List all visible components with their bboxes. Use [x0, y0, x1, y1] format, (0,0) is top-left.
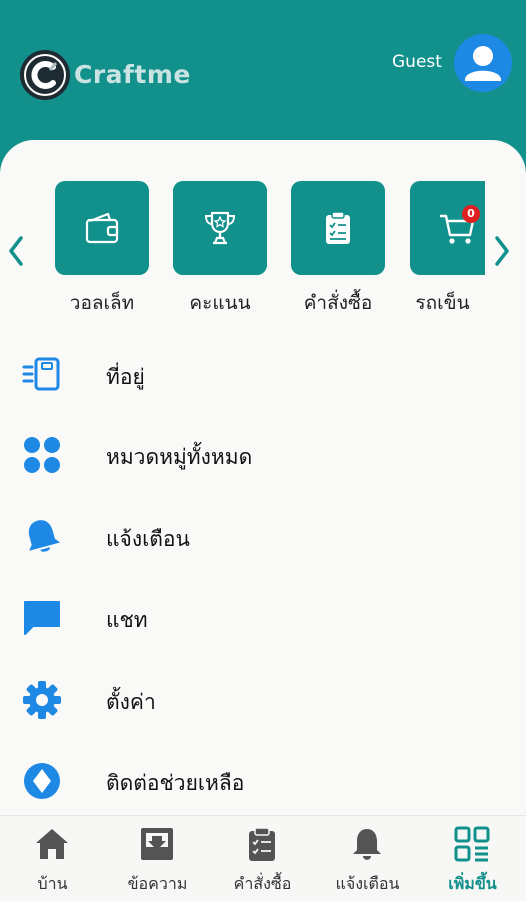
nav-label-orders: คำสั่งซื้อ [233, 874, 292, 893]
menu-item-address[interactable]: ที่อยู่ [0, 345, 526, 405]
nav-more[interactable]: เพิ่มขึ้น [420, 816, 525, 901]
bell-icon [353, 829, 381, 860]
nav-notifications[interactable]: แจ้งเตือน [315, 816, 420, 901]
menu-label-settings: ตั้งค่า [106, 690, 156, 714]
app-name: Craftme [74, 60, 191, 89]
menu-item-categories[interactable]: หมวดหมู่ทั้งหมด [0, 425, 526, 485]
bell-icon [28, 520, 61, 552]
inbox-icon [141, 828, 173, 860]
menu-item-settings[interactable]: ตั้งค่า [0, 670, 526, 730]
nav-orders[interactable]: คำสั่งซื้อ [210, 816, 315, 901]
menu-item-help[interactable]: ติดต่อช่วยเหลือ [0, 751, 526, 811]
chat-icon [24, 601, 60, 635]
nav-label-messages: ข้อความ [127, 874, 188, 893]
qr-grid-icon [454, 826, 490, 862]
menu-item-chat[interactable]: แชท [0, 588, 526, 648]
wallet-label: วอลเล็ท [69, 292, 135, 314]
app-header: Craftme Guest [0, 0, 526, 150]
address-icon [22, 357, 60, 391]
craftme-logo [20, 50, 70, 100]
help-icon [24, 763, 60, 799]
wallet-icon [85, 212, 119, 244]
cart-badge: 0 [462, 205, 480, 223]
menu-label-categories: หมวดหมู่ทั้งหมด [106, 445, 253, 469]
chevron-left-icon[interactable] [6, 234, 26, 268]
nav-label-notifications: แจ้งเตือน [335, 874, 400, 893]
home-icon [36, 829, 68, 859]
points-button[interactable] [173, 181, 267, 275]
user-label[interactable]: Guest [392, 52, 442, 72]
points-label: คะแนน [189, 292, 251, 314]
cart-button[interactable]: 0 [410, 181, 485, 275]
menu-label-notifications: แจ้งเตือน [106, 527, 190, 551]
clipboard-icon [249, 827, 275, 861]
nav-label-more: เพิ่มขึ้น [448, 874, 497, 893]
menu-item-notifications[interactable]: แจ้งเตือน [0, 507, 526, 567]
gear-icon [23, 681, 61, 719]
clipboard-icon [326, 211, 350, 244]
cart-label: รถเข็น [415, 292, 470, 314]
cart-tile: 0 [410, 181, 485, 275]
chevron-right-icon[interactable] [492, 234, 512, 268]
wallet-button[interactable] [55, 181, 149, 275]
nav-home[interactable]: บ้าน [0, 816, 105, 901]
categories-icon [24, 437, 60, 473]
menu-label-chat: แชท [106, 608, 148, 632]
orders-label: คำสั่งซื้อ [303, 292, 373, 314]
orders-button[interactable] [291, 181, 385, 275]
trophy-icon [204, 211, 236, 245]
cart-label-wrap: รถเข็น [400, 288, 485, 318]
bottom-navigation: บ้าน ข้อความ คำสั่งซื้อ แจ้งเตือน เพิ่มข… [0, 815, 526, 901]
menu-label-address: ที่อยู่ [106, 365, 145, 389]
menu-label-help: ติดต่อช่วยเหลือ [106, 771, 245, 795]
avatar[interactable] [454, 34, 512, 92]
nav-messages[interactable]: ข้อความ [105, 816, 210, 901]
nav-label-home: บ้าน [37, 874, 68, 893]
user-icon [465, 46, 501, 81]
main-content: วอลเล็ท คะแนน คำสั่งซื้อ 0 รถเข็น ที่อยู… [0, 140, 526, 830]
